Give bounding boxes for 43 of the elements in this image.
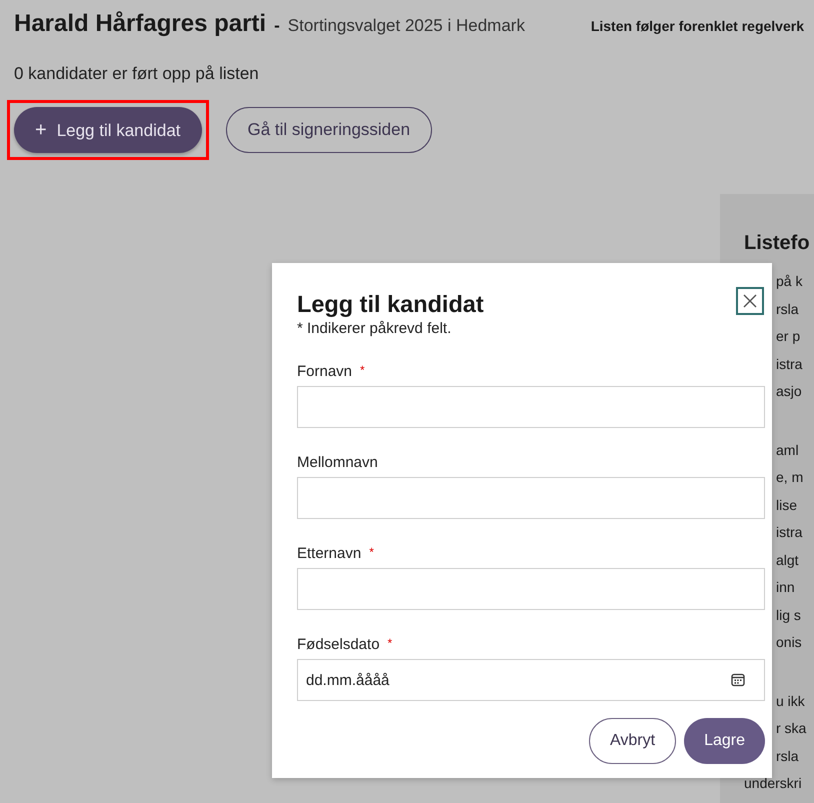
panel-text-line: algt bbox=[776, 550, 799, 570]
page-title: Harald Hårfagres parti bbox=[14, 10, 266, 38]
dialog-title: Legg til kandidat bbox=[297, 291, 484, 318]
add-candidate-button[interactable]: + Legg til kandidat bbox=[14, 107, 202, 153]
panel-text-line: e, m bbox=[776, 468, 804, 487]
candidate-count: 0 kandidater er ført opp på listen bbox=[14, 64, 260, 84]
field-label: Fødselsdato bbox=[297, 636, 380, 653]
input-field[interactable] bbox=[297, 477, 765, 519]
panel-text-line: er p bbox=[776, 327, 800, 346]
panel-text-line: u ikk bbox=[776, 692, 805, 710]
date-field[interactable]: dd.mm.åååå bbox=[297, 659, 765, 701]
cancel-button[interactable]: Avbryt bbox=[589, 718, 676, 764]
required-mark: * bbox=[360, 363, 365, 379]
required-mark: * bbox=[369, 545, 374, 561]
signing-page-button[interactable]: Gå til signeringssiden bbox=[226, 107, 432, 153]
panel-text-line: rsla bbox=[776, 746, 799, 766]
panel-text-line: asjo bbox=[776, 382, 802, 401]
panel-text-line: istra bbox=[776, 354, 802, 374]
panel-text-line: rsla bbox=[776, 300, 799, 318]
rule-note: Listen følger forenklet regelverk bbox=[590, 18, 804, 34]
panel-text-line: på k bbox=[776, 272, 802, 291]
election-name: Stortingsvalget 2025 i Hedmark bbox=[288, 16, 525, 36]
required-note: * Indikerer påkrevd felt. bbox=[297, 320, 452, 337]
close-button[interactable] bbox=[736, 287, 764, 315]
title-separator: - bbox=[274, 16, 280, 36]
panel-text-line: aml bbox=[776, 440, 799, 460]
calendar-icon[interactable] bbox=[731, 673, 745, 687]
save-button[interactable]: Lagre bbox=[684, 718, 765, 764]
field-label: Etternavn bbox=[297, 545, 362, 562]
panel-text-line: istra bbox=[776, 523, 802, 542]
panel-text-line: underskri bbox=[744, 774, 802, 793]
required-mark: * bbox=[388, 636, 392, 652]
panel-text-line: inn bbox=[776, 578, 795, 597]
panel-text-line: r ska bbox=[776, 719, 806, 738]
field-label: Mellomnavn bbox=[297, 454, 378, 471]
close-icon bbox=[743, 294, 757, 308]
input-field[interactable] bbox=[297, 386, 765, 428]
panel-text-line: lise bbox=[776, 496, 798, 514]
input-field[interactable] bbox=[297, 568, 765, 610]
field-label: Fornavn bbox=[297, 363, 352, 380]
panel-text-line: lig s bbox=[776, 606, 801, 625]
panel-text-line: onis bbox=[776, 633, 802, 652]
panel-heading: Listefo bbox=[744, 232, 811, 255]
